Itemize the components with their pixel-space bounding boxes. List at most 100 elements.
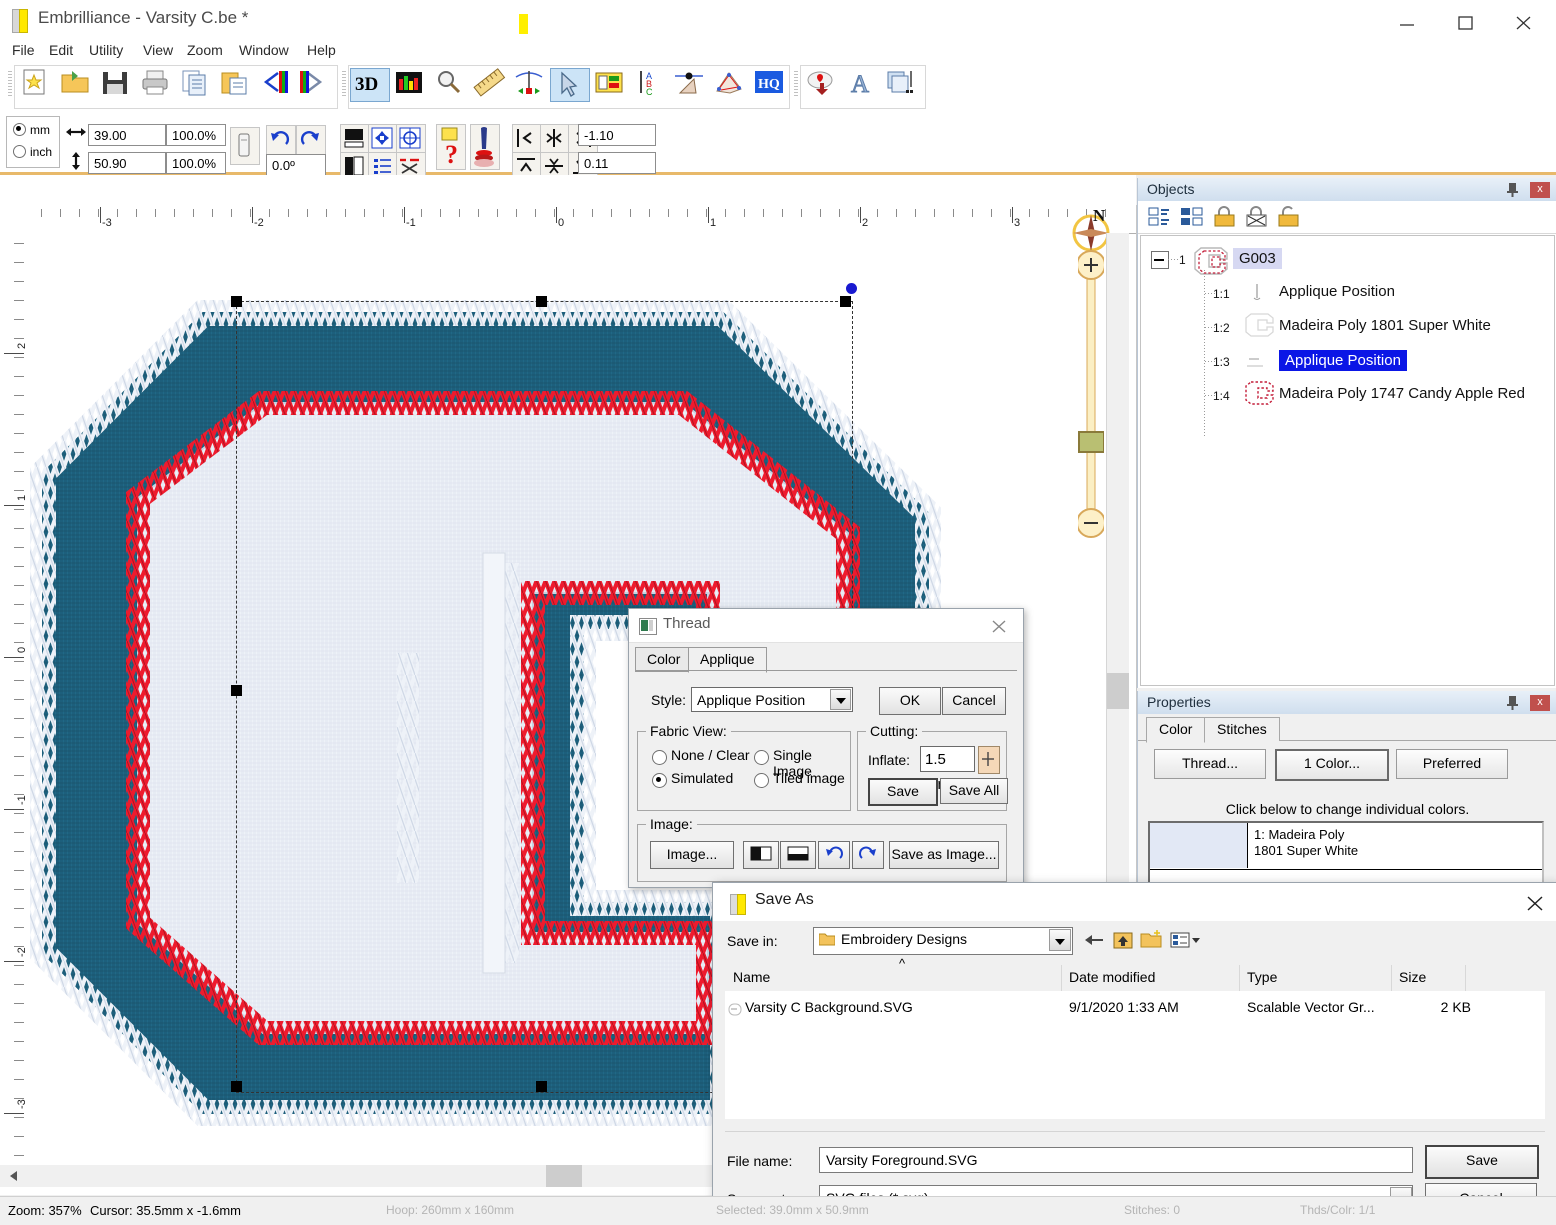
fabric-simulated-label[interactable]: Simulated [671, 770, 733, 786]
up-folder-icon[interactable] [1111, 928, 1135, 952]
copy-icon[interactable] [178, 67, 218, 101]
lock-closed-icon[interactable] [1210, 205, 1240, 229]
save-floppy-icon[interactable] [98, 67, 138, 101]
menu-view[interactable]: View [136, 40, 180, 62]
color-swatch[interactable] [1150, 823, 1248, 868]
needle-stack-icon[interactable] [470, 124, 500, 170]
image-button[interactable]: Image... [650, 841, 734, 869]
color-bars-icon[interactable] [392, 67, 432, 101]
horizontal-scroll-thumb[interactable] [546, 1165, 582, 1187]
group-objects-icon[interactable] [1178, 205, 1208, 229]
stitch-needle-icon[interactable] [512, 67, 552, 101]
rotate-ccw-icon[interactable] [818, 841, 850, 869]
menu-zoom[interactable]: Zoom [180, 40, 230, 62]
chevron-down-icon[interactable] [830, 689, 851, 710]
selection-handle-ml[interactable] [231, 685, 242, 696]
minimize-button[interactable] [1385, 0, 1431, 40]
save-in-combo[interactable]: Embroidery Designs [813, 927, 1073, 955]
letter-a-icon[interactable]: A [844, 67, 884, 101]
selection-handle-bc[interactable] [536, 1081, 547, 1092]
file-list[interactable]: Varsity C Background.SVG 9/1/2020 1:33 A… [725, 991, 1545, 1119]
width-field[interactable]: 39.00 [88, 124, 166, 146]
unit-mm-radio[interactable]: mm [13, 121, 50, 137]
menu-edit[interactable]: Edit [42, 40, 80, 62]
color-palette-icon[interactable] [592, 67, 632, 101]
hq-icon[interactable]: HQ [752, 67, 792, 101]
flip-vertical-icon[interactable] [296, 67, 336, 101]
chevron-down-icon[interactable] [1049, 929, 1071, 951]
menu-file[interactable]: File [5, 40, 42, 62]
column-name[interactable]: Name [733, 969, 770, 985]
color-list-row[interactable]: 1: Madeira Poly 1801 Super White [1150, 823, 1542, 870]
new-folder-icon[interactable] [1139, 928, 1165, 952]
maximize-button[interactable] [1443, 0, 1489, 40]
thread-tab-color[interactable]: Color [635, 647, 693, 672]
selection-rotate-handle[interactable] [846, 283, 857, 294]
hscroll-left-button[interactable] [6, 1168, 22, 1184]
menu-utility[interactable]: Utility [82, 40, 130, 62]
save-button[interactable]: Save [1425, 1145, 1539, 1179]
tree-row-applique-2[interactable]: 1:3 Applique Position [1141, 344, 1554, 378]
rotate-cw-icon[interactable] [852, 841, 884, 869]
rotate-cw-icon[interactable] [296, 125, 326, 155]
split-bar-icon[interactable] [780, 841, 816, 869]
y-offset-field[interactable]: 0.11 [578, 152, 656, 174]
select-arrow-icon[interactable] [550, 68, 590, 102]
unit-inch-radio[interactable]: inch [13, 143, 52, 159]
tree-group-label[interactable]: G003 [1233, 248, 1282, 269]
multi-design-icon[interactable] [884, 67, 924, 101]
node-edit-icon[interactable] [672, 67, 712, 101]
thread-button[interactable]: Thread... [1154, 749, 1266, 779]
tree-item-label-selected[interactable]: Applique Position [1279, 350, 1407, 371]
fabric-single-image-radio[interactable] [754, 750, 769, 765]
vertical-scroll-thumb[interactable] [1107, 673, 1129, 709]
tree-item-label[interactable]: Madeira Poly 1801 Super White [1279, 317, 1491, 334]
ruler-icon[interactable] [472, 67, 512, 101]
save-as-dialog[interactable]: Save As Save in: Embroidery Designs Name… [712, 882, 1556, 1216]
file-list-row[interactable]: Varsity C Background.SVG 9/1/2020 1:33 A… [725, 995, 1545, 1021]
width-percent-field[interactable]: 100.0% [166, 124, 226, 146]
rotation-field[interactable]: 0.0º [266, 154, 326, 176]
fabric-none-label[interactable]: None / Clear [671, 747, 750, 763]
tab-stitches[interactable]: Stitches [1204, 717, 1280, 741]
selection-handle-tc[interactable] [536, 296, 547, 307]
3d-view-icon[interactable]: 3D [350, 68, 390, 102]
tree-item-label[interactable]: Applique Position [1279, 283, 1395, 300]
selection-handle-bl[interactable] [231, 1081, 242, 1092]
fabric-tiled-image-radio[interactable] [754, 773, 769, 788]
tree-row-applique-1[interactable]: 1:1 Applique Position [1141, 276, 1554, 310]
lock-disabled-icon[interactable] [1242, 205, 1272, 229]
tree-expander[interactable] [1151, 251, 1169, 269]
save-dialog-close-button[interactable] [1515, 888, 1555, 918]
objects-tree[interactable]: 1 G003 1:1 Applique Position 1:2 Madeira… [1140, 235, 1555, 686]
fabric-none-radio[interactable] [652, 750, 667, 765]
help-question-icon[interactable]: ? [436, 124, 466, 170]
fabric-tiled-image-label[interactable]: Tiled image [773, 770, 845, 786]
open-folder-icon[interactable] [58, 67, 98, 101]
lock-aspect-icon[interactable] [230, 127, 260, 165]
rotate-ccw-icon[interactable] [266, 125, 296, 155]
tree-item-label[interactable]: Madeira Poly 1747 Candy Apple Red [1279, 385, 1525, 402]
select-all-objects-icon[interactable] [1146, 205, 1176, 229]
spinner-icon[interactable] [978, 746, 1000, 774]
lock-open-icon[interactable] [1274, 205, 1304, 229]
height-field[interactable]: 50.90 [88, 152, 166, 174]
preferred-button[interactable]: Preferred [1396, 749, 1508, 779]
cloud-download-icon[interactable] [804, 67, 844, 101]
tab-color[interactable]: Color [1146, 717, 1206, 743]
file-name[interactable]: Varsity C Background.SVG [745, 999, 913, 1015]
paste-icon[interactable] [218, 67, 258, 101]
objects-panel-close-button[interactable]: x [1530, 182, 1550, 198]
flip-horizontal-icon[interactable] [258, 67, 298, 101]
pin-icon[interactable] [1504, 694, 1521, 711]
stitch-network-icon[interactable] [712, 67, 752, 101]
column-size[interactable]: Size [1399, 969, 1426, 985]
center-both-icon[interactable] [396, 124, 426, 154]
style-select[interactable]: Applique Position [691, 687, 853, 712]
column-type[interactable]: Type [1247, 969, 1277, 985]
properties-panel-close-button[interactable]: x [1530, 695, 1550, 711]
thread-dialog[interactable]: Thread Color Applique Style: Applique Po… [628, 608, 1024, 888]
file-name-input[interactable]: Varsity Foreground.SVG [819, 1147, 1413, 1173]
selection-handle-tr[interactable] [840, 296, 851, 307]
thread-dialog-close-button[interactable] [985, 614, 1013, 638]
